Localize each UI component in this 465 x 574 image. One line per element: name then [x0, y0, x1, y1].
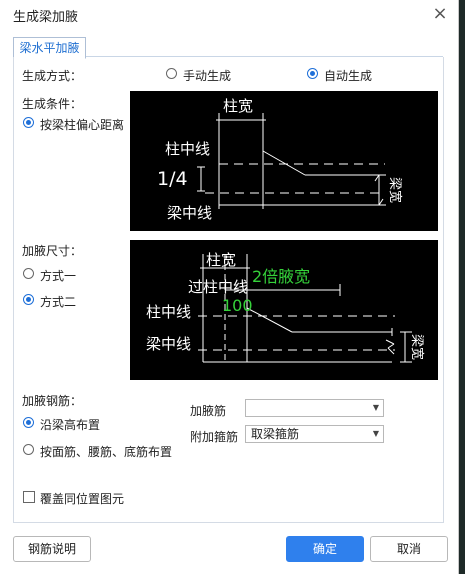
- chevron-down-icon: ▼: [372, 429, 379, 438]
- diagram-eccentricity: 柱宽 柱中线 1/4 梁中线 梁宽: [130, 91, 438, 231]
- fig1-col-width: 柱宽: [223, 97, 253, 115]
- fig1-col-center: 柱中线: [165, 140, 210, 158]
- rebar-help-button[interactable]: 钢筋说明: [13, 536, 91, 562]
- overwrite-checkbox[interactable]: [23, 491, 35, 503]
- overwrite-checkbox-label[interactable]: 覆盖同位置图元: [40, 490, 124, 507]
- haunch-rebar-label: 加腋钢筋：: [22, 394, 83, 408]
- fig2-col-width: 柱宽: [206, 251, 236, 269]
- radio-by-rebar-type[interactable]: [23, 444, 34, 455]
- fig1-fraction: 1/4: [157, 168, 188, 190]
- extra-stirrup-field-label: 附加箍筋: [190, 430, 239, 444]
- haunch-size-label: 加腋尺寸：: [22, 244, 83, 258]
- tab-horizontal-haunch[interactable]: 梁水平加腋: [13, 37, 86, 59]
- fig2-through-col-center: 过柱中线: [188, 278, 248, 296]
- fig2-col-center: 柱中线: [146, 303, 191, 321]
- radio-along-beam-height[interactable]: [23, 417, 34, 428]
- radio-method-two-label[interactable]: 方式二: [40, 293, 76, 310]
- haunch-bar-select[interactable]: ▼: [245, 399, 384, 417]
- gen-condition-label: 生成条件：: [22, 97, 83, 111]
- radio-by-rebar-type-label[interactable]: 按面筋、腰筋、底筋布置: [40, 443, 172, 460]
- fig2-value: 100: [222, 296, 253, 315]
- cancel-button[interactable]: 取消: [370, 536, 448, 562]
- radio-by-eccentricity-label[interactable]: 按梁柱偏心距离: [40, 116, 124, 133]
- radio-by-eccentricity[interactable]: [23, 117, 34, 128]
- chevron-down-icon: ▼: [372, 403, 379, 412]
- fig1-beam-width: 梁宽: [387, 177, 403, 203]
- extra-stirrup-select[interactable]: 取梁箍筋 ▼: [245, 425, 384, 443]
- gen-method-label: 生成方式：: [22, 69, 83, 83]
- extra-stirrup-value: 取梁箍筋: [251, 427, 300, 441]
- diagram-haunch-size: 柱宽 过柱中线 2倍腋宽 100 柱中线 梁中线 梁宽: [130, 240, 438, 380]
- diagram-eccentricity-svg: 柱宽 柱中线 1/4 梁中线 梁宽: [157, 97, 403, 222]
- radio-auto[interactable]: [307, 68, 318, 79]
- radio-method-two[interactable]: [23, 294, 34, 305]
- radio-along-beam-height-label[interactable]: 沿梁高布置: [40, 416, 100, 433]
- dialog-title: 生成梁加腋: [13, 10, 79, 25]
- radio-method-one[interactable]: [23, 268, 34, 279]
- fig1-beam-center: 梁中线: [167, 204, 212, 222]
- radio-manual[interactable]: [166, 68, 177, 79]
- fig2-beam-center: 梁中线: [146, 335, 191, 353]
- ok-button[interactable]: 确定: [286, 536, 364, 562]
- radio-method-one-label[interactable]: 方式一: [40, 267, 76, 284]
- radio-manual-label[interactable]: 手动生成: [183, 67, 231, 84]
- radio-auto-label[interactable]: 自动生成: [324, 67, 372, 84]
- diagram-haunch-size-svg: 柱宽 过柱中线 2倍腋宽 100 柱中线 梁中线 梁宽: [146, 251, 425, 363]
- haunch-bar-field-label: 加腋筋: [190, 404, 227, 418]
- fig2-beam-width: 梁宽: [409, 334, 425, 360]
- dialog: 生成梁加腋 × 梁水平加腋 生成方式： 手动生成 自动生成 生成条件： 按梁柱偏…: [0, 0, 459, 574]
- fig2-double-haunch: 2倍腋宽: [252, 267, 310, 286]
- close-icon[interactable]: ×: [428, 2, 452, 26]
